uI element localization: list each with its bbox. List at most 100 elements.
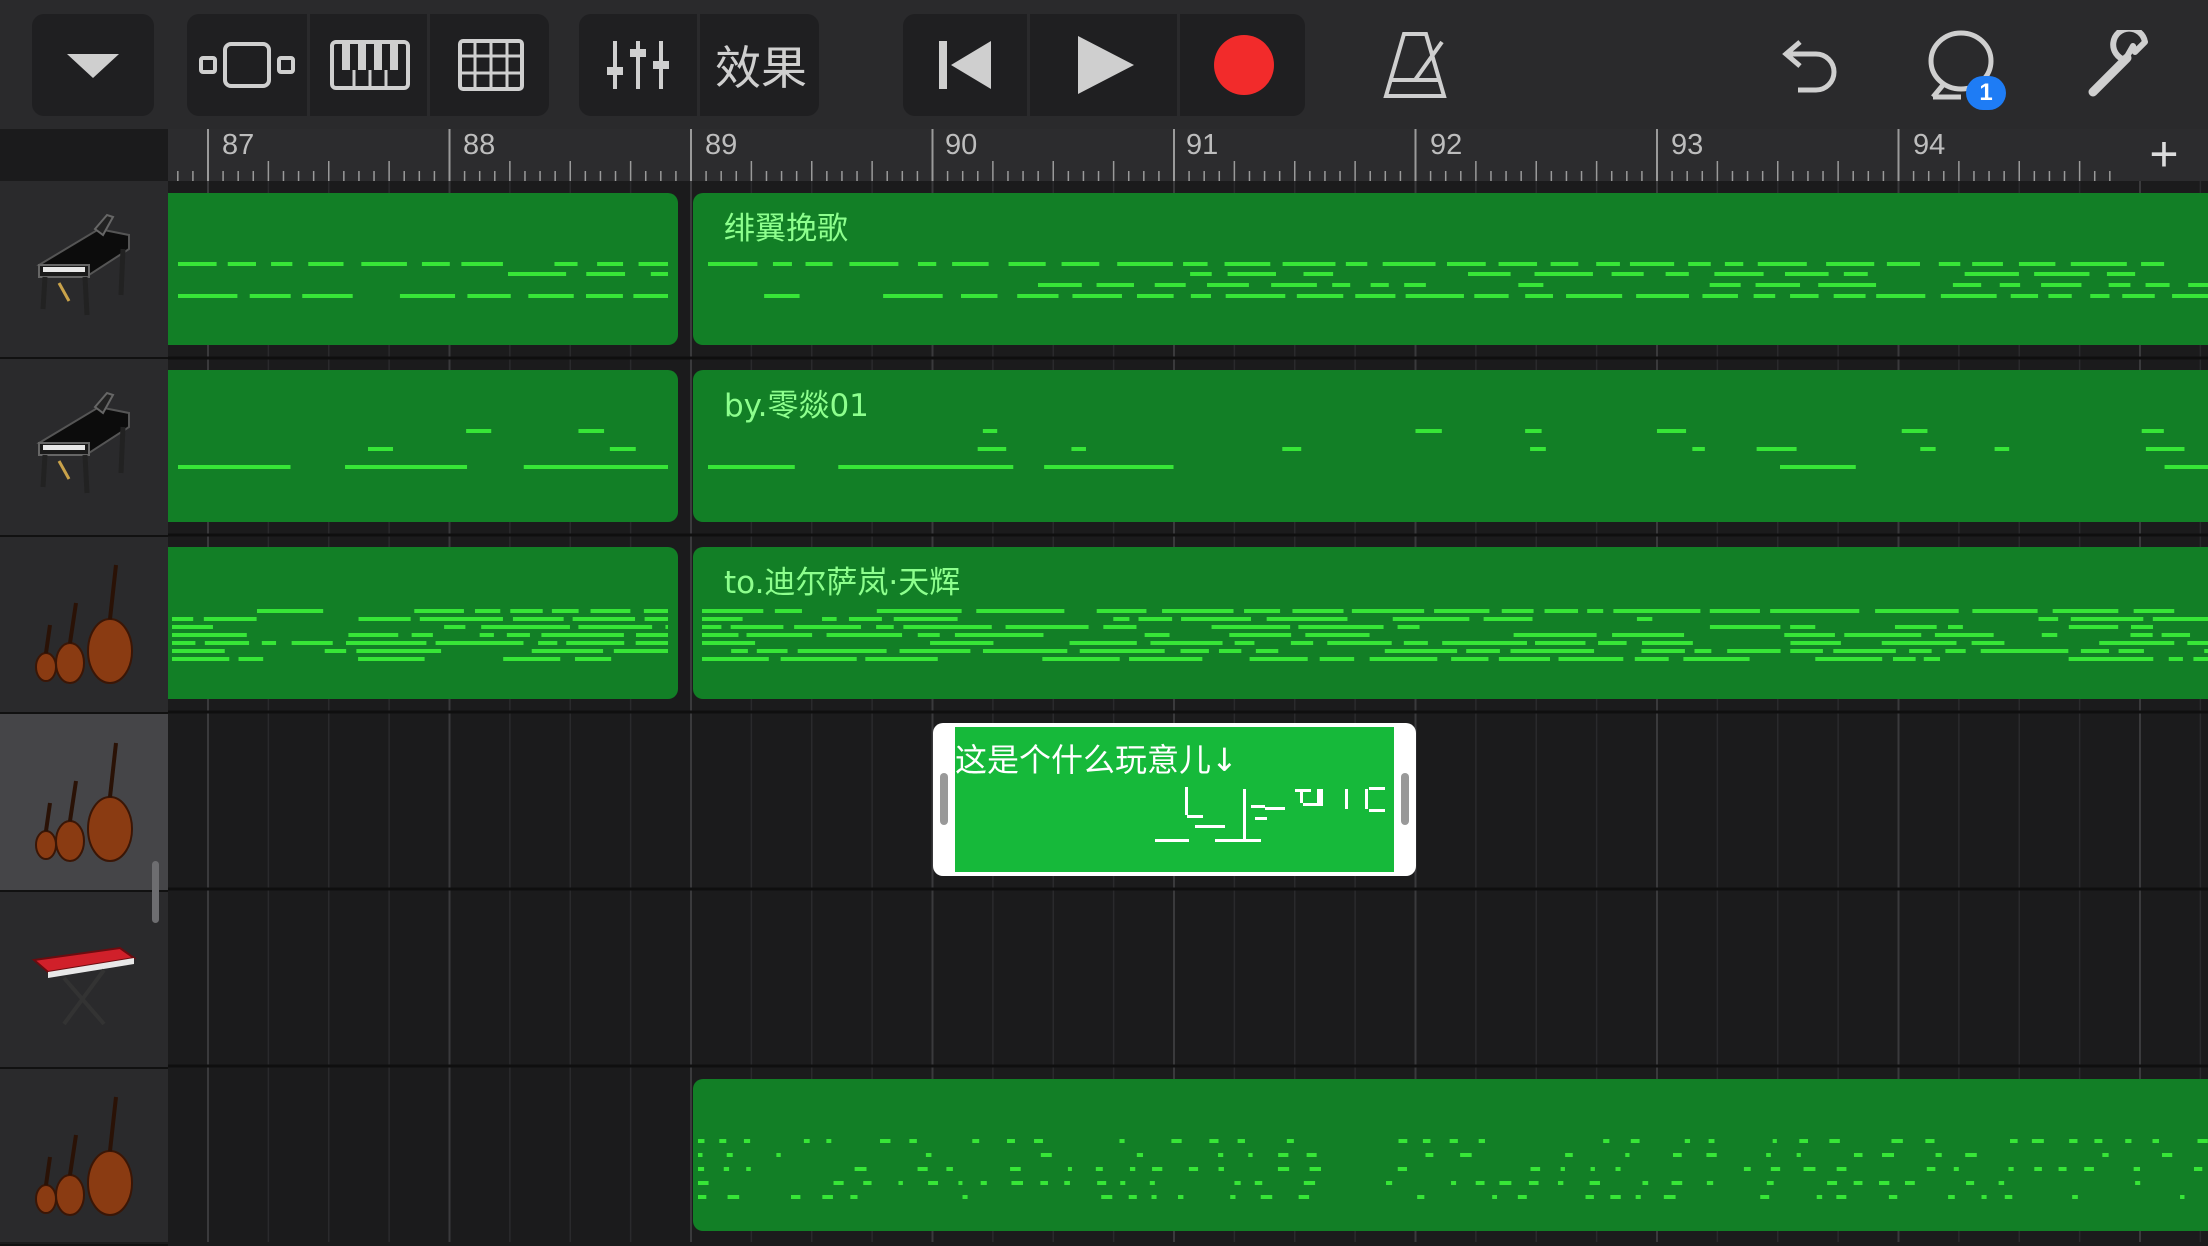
undo-icon (1782, 40, 1837, 93)
midi-note (2041, 283, 2082, 287)
midi-note (1017, 294, 1059, 298)
track-header-selected[interactable] (0, 714, 168, 892)
midi-note (356, 649, 442, 653)
bar-number: 90 (945, 129, 978, 161)
midi-note (2052, 609, 2119, 613)
midi-note (1981, 1195, 1987, 1199)
midi-note (746, 1167, 751, 1171)
track-view-button[interactable] (187, 14, 307, 116)
track-scrollbar[interactable] (152, 861, 159, 923)
midi-note (982, 649, 1068, 653)
track-menu-button[interactable] (32, 14, 154, 116)
midi-note (1760, 1195, 1770, 1199)
metronome-button[interactable] (1370, 14, 1460, 116)
midi-note (1709, 283, 1741, 287)
midi-note (702, 657, 769, 661)
midi-note (1136, 1153, 1143, 1157)
region-trim-handle-left[interactable] (940, 773, 948, 825)
region-label: to.迪尔萨岚·天辉 (724, 565, 961, 601)
midi-note (1460, 1153, 1472, 1157)
settings-button[interactable] (2070, 14, 2170, 116)
midi-note (1369, 809, 1385, 812)
tracks-area[interactable]: 绯翼挽歌 by.零燚01 to.迪尔萨岚·天辉 (168, 181, 2208, 1242)
midi-note (1466, 649, 1500, 653)
regions-canvas (168, 181, 2208, 1242)
midi-note (1901, 429, 1928, 433)
midi-note (1405, 294, 1464, 298)
midi-note (1498, 262, 1538, 266)
midi-note (1215, 839, 1261, 842)
undo-button[interactable] (1760, 14, 1853, 116)
midi-note (1755, 283, 1801, 287)
midi-note (1642, 1181, 1649, 1185)
bar-number: 93 (1671, 129, 1704, 161)
midi-note (1211, 625, 1291, 629)
midi-note (1152, 1167, 1163, 1171)
midi-note (358, 617, 411, 621)
midi-note (1501, 609, 1534, 613)
midi-note (419, 617, 503, 621)
midi-note (1665, 272, 1689, 276)
midi-note (271, 262, 293, 266)
midi-note (1684, 1139, 1691, 1143)
midi-note (1923, 657, 1941, 661)
midi-note (1525, 429, 1542, 433)
track-header[interactable] (0, 1068, 168, 1246)
midi-note (1971, 641, 2005, 645)
midi-note (2197, 1139, 2208, 1143)
midi-note (1155, 839, 1189, 842)
selected-region[interactable]: 这是个什么玩意儿↓ (933, 723, 1416, 876)
fx-button[interactable]: 效果 (697, 14, 819, 116)
midi-note (1999, 283, 2021, 287)
midi-note (597, 262, 624, 266)
midi-note (1309, 1167, 1321, 1171)
midi-note (1117, 262, 1173, 266)
go-to-beginning-button[interactable] (903, 14, 1027, 116)
midi-note (172, 625, 213, 629)
selected-region-body[interactable]: 这是个什么玩意儿↓ (955, 727, 1394, 872)
midi-note (541, 633, 624, 637)
midi-note (708, 262, 758, 266)
midi-note (1972, 262, 2003, 266)
midi-note (719, 1139, 727, 1143)
notification-badge: 1 (1966, 76, 2006, 110)
track-header[interactable] (0, 359, 168, 537)
midi-note (1434, 609, 1490, 613)
grid-button[interactable] (427, 14, 549, 116)
midi-note (636, 633, 668, 637)
add-section-button[interactable]: + (2120, 129, 2208, 181)
grid-icon (458, 39, 524, 91)
midi-note (1727, 649, 1781, 653)
midi-note (1826, 262, 1875, 266)
midi-note (1714, 272, 1764, 276)
midi-note (2193, 657, 2208, 661)
midi-note (178, 294, 238, 298)
midi-region (693, 1079, 2208, 1231)
track-header[interactable] (0, 536, 168, 714)
midi-note (1181, 617, 1252, 621)
midi-note (510, 609, 543, 613)
midi-note (1803, 1167, 1816, 1171)
record-button[interactable] (1177, 14, 1305, 116)
midi-note (1596, 262, 1620, 266)
midi-note (1162, 609, 1234, 613)
play-button[interactable] (1027, 14, 1180, 116)
region-trim-handle-right[interactable] (1401, 773, 1409, 825)
midi-note (2168, 657, 2183, 661)
midi-note (1796, 1153, 1801, 1157)
keyboard-button[interactable] (307, 14, 430, 116)
bar-ruler[interactable]: 87 88 89 90 91 92 93 94 (168, 129, 2208, 181)
track-header[interactable] (0, 181, 168, 359)
track-header[interactable] (0, 891, 168, 1069)
midi-note (1636, 294, 1689, 298)
midi-note (172, 649, 225, 653)
midi-note (2133, 1167, 2141, 1171)
midi-note (1478, 1139, 1485, 1143)
mixer-button[interactable] (579, 14, 697, 116)
midi-note (2102, 1153, 2109, 1157)
midi-note (1451, 1181, 1457, 1185)
piano-keys-icon (330, 40, 410, 90)
midi-note (952, 262, 989, 266)
midi-region (693, 370, 2208, 522)
midi-note (2069, 1139, 2078, 1143)
